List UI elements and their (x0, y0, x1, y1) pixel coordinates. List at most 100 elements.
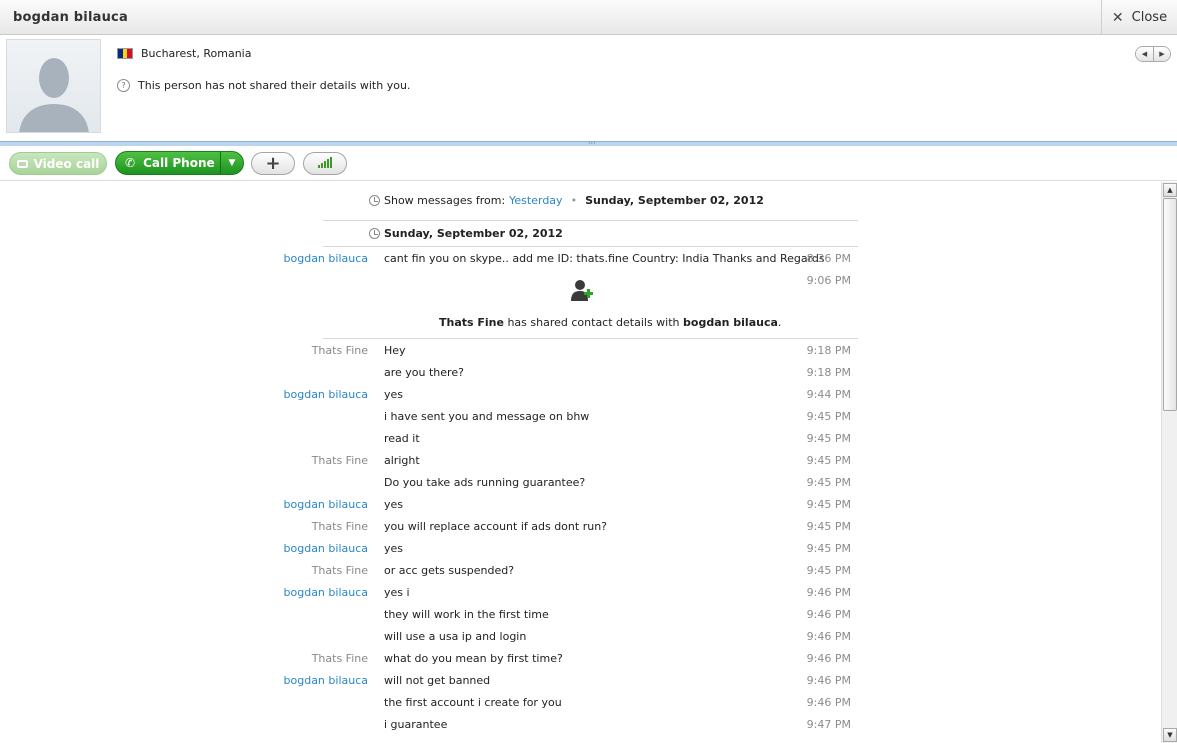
history-filter: Show messages from: Yesterday • Sunday, … (369, 194, 764, 207)
close-label: Close (1131, 10, 1168, 25)
message-author[interactable]: bogdan bilauca (284, 498, 368, 511)
clock-icon (369, 195, 380, 206)
message-text: Hey (384, 344, 406, 357)
message-author[interactable]: bogdan bilauca (284, 542, 368, 555)
message-text: yes (384, 542, 404, 555)
message-time: 8:36 PM (806, 252, 851, 265)
call-quality-button[interactable] (303, 152, 347, 175)
message-author[interactable]: bogdan bilauca (284, 388, 368, 401)
call-phone-button[interactable]: ✆ Call Phone ▼ (115, 151, 244, 175)
clock-icon (369, 228, 380, 239)
message-author[interactable]: Thats Fine (312, 344, 368, 357)
message-time: 9:45 PM (806, 520, 851, 533)
message-time: 9:44 PM (806, 388, 851, 401)
divider (323, 220, 858, 221)
message-row: i guarantee 9:47 PM (0, 714, 860, 736)
next-arrow-icon[interactable]: ▶ (1153, 47, 1170, 61)
message-time: 9:46 PM (806, 630, 851, 643)
video-camera-icon (16, 159, 28, 168)
chat-history[interactable]: Show messages from: Yesterday • Sunday, … (0, 182, 1160, 743)
divider (323, 338, 858, 339)
message-author[interactable]: bogdan bilauca (284, 252, 368, 265)
message-author[interactable]: Thats Fine (312, 564, 368, 577)
signal-bar (330, 157, 332, 168)
message-text: alright (384, 454, 420, 467)
message-text: they will work in the first time (384, 608, 549, 621)
system-event-time: 9:06 PM (806, 274, 851, 287)
message-author[interactable]: Thats Fine (312, 652, 368, 665)
details-row: ? This person has not shared their detai… (117, 79, 410, 92)
message-text: i guarantee (384, 718, 448, 731)
message-row: bogdan bilauca cant fin you on skype.. a… (0, 248, 860, 270)
close-icon: ✕ (1111, 9, 1124, 26)
system-event-middle: has shared contact details with (503, 316, 684, 329)
message-text: yes (384, 498, 404, 511)
message-text: yes (384, 388, 404, 401)
call-options-dropdown[interactable]: ▼ (220, 152, 243, 174)
message-row: the first account i create for you 9:46 P… (0, 692, 860, 714)
message-text: or acc gets suspended? (384, 564, 515, 577)
close-button[interactable]: ✕ Close (1101, 0, 1177, 35)
question-icon: ? (117, 79, 130, 92)
day-header: Sunday, September 02, 2012 (369, 227, 563, 240)
avatar[interactable] (6, 39, 101, 133)
message-time: 9:18 PM (806, 366, 851, 379)
message-author[interactable]: bogdan bilauca (284, 674, 368, 687)
location-row: Bucharest, Romania (117, 47, 251, 60)
separator-dot: • (570, 194, 578, 207)
scroll-down-icon[interactable]: ▼ (1163, 728, 1177, 742)
title-bar: bogdan bilauca ✕ Close (0, 0, 1177, 35)
message-text: i have sent you and message on bhw (384, 410, 590, 423)
message-time: 9:46 PM (806, 608, 851, 621)
signal-bar (321, 163, 323, 168)
message-time: 9:45 PM (806, 454, 851, 467)
message-time: 9:45 PM (806, 476, 851, 489)
message-text: what do you mean by first time? (384, 652, 563, 665)
call-phone-label: Call Phone (143, 156, 215, 170)
message-row: they will work in the first time 9:46 PM (0, 604, 860, 626)
message-row: Thats Fine you will replace account if ad… (0, 516, 860, 538)
profile-pager: ◀ ▶ (1135, 46, 1171, 62)
message-time: 9:46 PM (806, 674, 851, 687)
add-button[interactable]: + (251, 152, 295, 175)
video-call-button[interactable]: Video call (9, 152, 107, 175)
signal-bar (318, 165, 320, 168)
message-row: Thats Fine what do you mean by first time… (0, 648, 860, 670)
message-row: bogdan bilauca yes 9:44 PM (0, 384, 860, 406)
message-row: will use a usa ip and login 9:46 PM (0, 626, 860, 648)
message-time: 9:47 PM (806, 718, 851, 731)
message-row: Thats Fine Hey 9:18 PM (0, 340, 860, 362)
message-time: 9:46 PM (806, 652, 851, 665)
message-time: 9:18 PM (806, 344, 851, 357)
message-time: 9:45 PM (806, 498, 851, 511)
message-text: the first account i create for you (384, 696, 562, 709)
message-row: Thats Fine or acc gets suspended? 9:45 PM (0, 560, 860, 582)
scroll-thumb[interactable] (1163, 198, 1177, 411)
message-author[interactable]: Thats Fine (312, 454, 368, 467)
chat-scrollbar[interactable]: ▲ ▼ (1161, 182, 1177, 743)
show-from-yesterday-link[interactable]: Yesterday (509, 194, 562, 207)
message-time: 9:45 PM (806, 564, 851, 577)
message-author[interactable]: bogdan bilauca (284, 586, 368, 599)
message-time: 9:45 PM (806, 542, 851, 555)
message-text: will use a usa ip and login (384, 630, 527, 643)
message-text: cant fin you on skype.. add me ID: thats… (384, 252, 825, 265)
call-toolbar: Video call ✆ Call Phone ▼ + (0, 146, 1177, 181)
show-from-date-link[interactable]: Sunday, September 02, 2012 (585, 194, 764, 207)
scroll-up-icon[interactable]: ▲ (1163, 183, 1177, 197)
contact-shared-icon (571, 280, 593, 301)
show-from-label: Show messages from: (384, 194, 506, 207)
message-text: will not get banned (384, 674, 491, 687)
message-row: bogdan bilauca yes 9:45 PM (0, 538, 860, 560)
message-row: read it 9:45 PM (0, 428, 860, 450)
default-avatar-icon (19, 58, 89, 132)
signal-bar (327, 159, 329, 168)
location-text: Bucharest, Romania (141, 47, 252, 60)
details-note: This person has not shared their details… (138, 79, 411, 92)
phone-icon: ✆ (125, 156, 136, 170)
profile-pane: Bucharest, Romania ? This person has not… (0, 35, 1177, 142)
message-row: bogdan bilauca will not get banned 9:46 PM (0, 670, 860, 692)
message-author[interactable]: Thats Fine (312, 520, 368, 533)
previous-arrow-icon[interactable]: ◀ (1136, 47, 1153, 61)
message-time: 9:45 PM (806, 410, 851, 423)
